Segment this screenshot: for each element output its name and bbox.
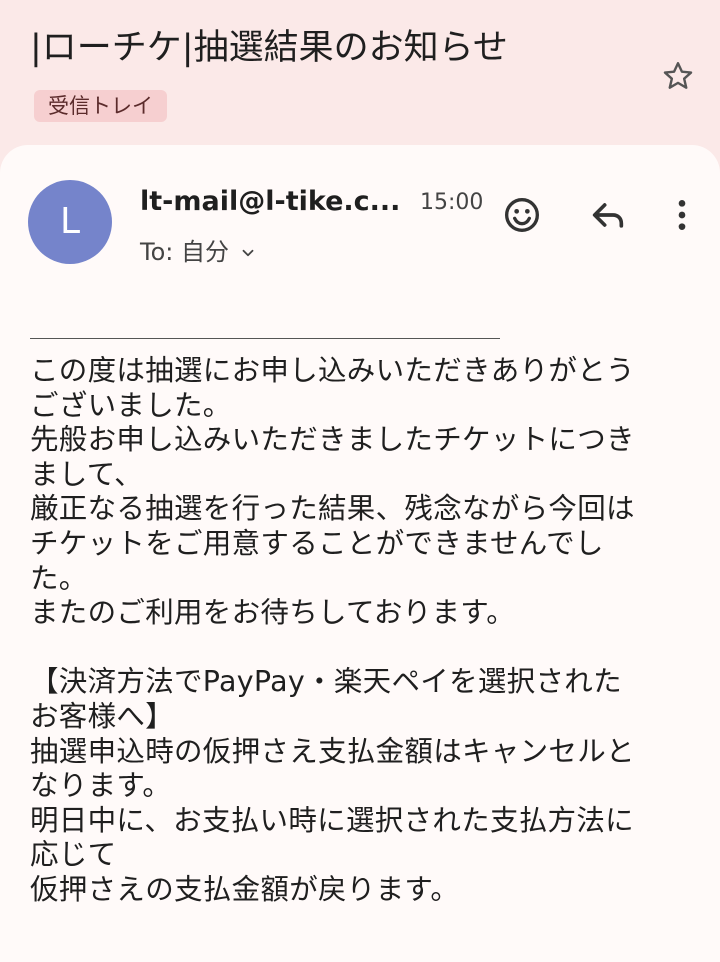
- body-line: 応じて: [30, 838, 117, 872]
- inbox-label-chip[interactable]: 受信トレイ: [34, 90, 167, 122]
- more-vert-icon[interactable]: [662, 195, 702, 235]
- body-line: なります。: [30, 769, 172, 803]
- body-line: 明日中に、お支払い時に選択された支払方法に: [30, 803, 634, 837]
- body-line: チケットをご用意することができませんでし: [30, 526, 604, 560]
- body-line: た。: [30, 561, 88, 595]
- body-blank-line: [30, 631, 702, 666]
- sender-address[interactable]: lt-mail@l-tike.c...: [140, 184, 405, 220]
- recipient-row[interactable]: To: 自分: [140, 234, 257, 270]
- body-line: ございました。: [30, 388, 232, 422]
- email-header: |ローチケ|抽選結果のお知らせ 受信トレイ: [0, 0, 720, 150]
- body-line: まして、: [30, 457, 143, 491]
- body-line: 先般お申し込みいただきましたチケットにつき: [30, 423, 635, 457]
- avatar[interactable]: L: [28, 180, 112, 264]
- email-subject: |ローチケ|抽選結果のお知らせ: [30, 28, 508, 68]
- email-body: この度は抽選にお申し込みいただきありがとう ございました。 先般お申し込みいただ…: [30, 354, 702, 908]
- email-time: 15:00: [420, 190, 484, 215]
- body-divider: [30, 338, 500, 339]
- body-line: またのご利用をお待ちしております。: [30, 596, 516, 630]
- body-line: お客様へ】: [30, 699, 175, 733]
- body-line: 仮押さえの支払金額が戻ります。: [30, 872, 460, 906]
- recipient-label: To: 自分: [140, 238, 229, 266]
- reply-icon[interactable]: [588, 195, 628, 235]
- body-line: 【決済方法でPayPay・楽天ペイを選択された: [30, 665, 622, 699]
- chevron-down-icon[interactable]: [239, 244, 257, 262]
- body-line: 抽選申込時の仮押さえ支払金額はキャンセルと: [30, 734, 635, 768]
- star-icon[interactable]: [660, 58, 696, 94]
- emoji-icon[interactable]: [502, 195, 542, 235]
- body-line: この度は抽選にお申し込みいただきありがとう: [30, 354, 635, 387]
- body-line: 厳正なる抽選を行った結果、残念ながら今回は: [30, 492, 635, 526]
